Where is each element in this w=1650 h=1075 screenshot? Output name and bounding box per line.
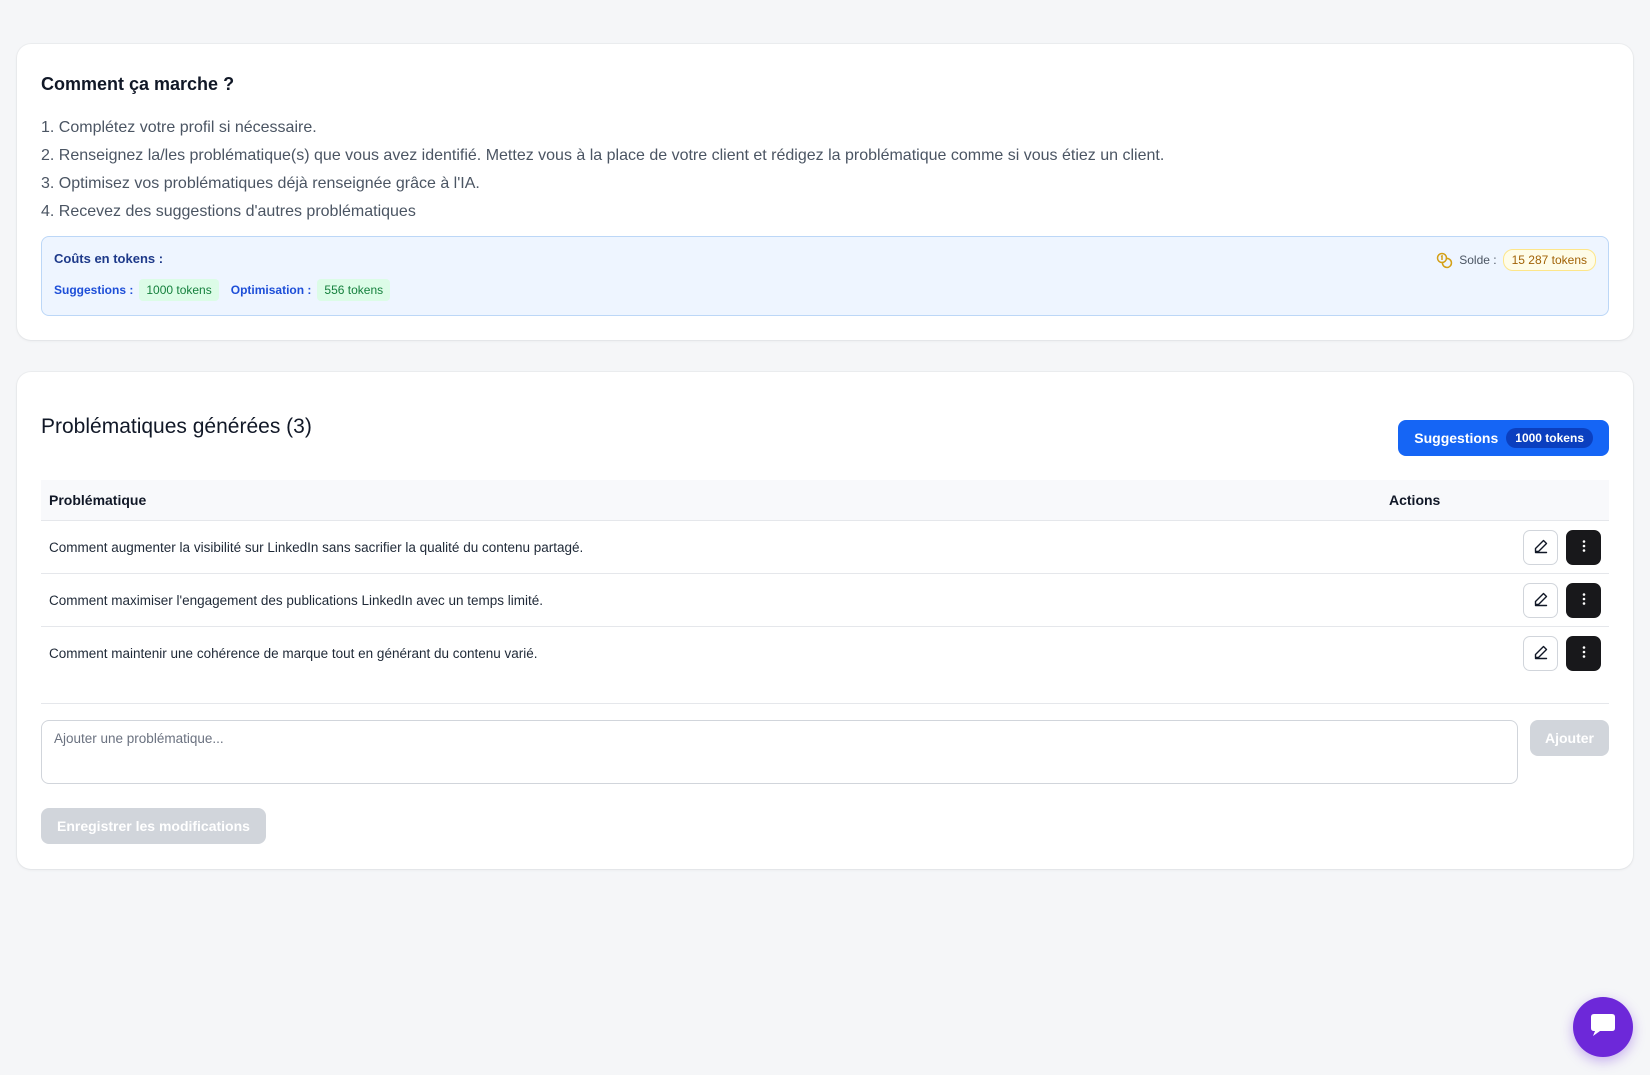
edit-button[interactable] [1523,582,1558,618]
steps-list: 1. Complétez votre profil si nécessaire.… [41,114,1609,226]
problems-table: Problématique Actions Comment augmenter … [41,480,1609,679]
token-costs-title: Coûts en tokens : [54,251,164,266]
problem-text: Comment maximiser l'engagement des publi… [49,592,544,608]
add-button[interactable]: Ajouter [1530,720,1609,756]
more-options-button[interactable] [1566,635,1601,671]
add-problem-input[interactable] [41,720,1518,784]
step-item: 2. Renseignez la/les problématique(s) qu… [41,147,1165,164]
token-costs-box: Coûts en tokens : Suggestions : 1000 tok… [41,236,1609,316]
problems-card: Problématiques générées (3) Suggestions … [17,372,1633,869]
step-item: 4. Recevez des suggestions d'autres prob… [41,203,416,220]
step-item: 3. Optimisez vos problématiques déjà ren… [41,175,480,192]
column-header-actions: Actions [1389,492,1441,508]
optimisation-cost-label: Optimisation : [230,283,312,297]
problem-text: Comment augmenter la visibilité sur Link… [49,539,584,555]
how-it-works-title: Comment ça marche ? [41,74,235,94]
column-header-problem: Problématique [49,492,147,508]
step-item: 1. Complétez votre profil si nécessaire. [41,119,317,136]
suggestions-cost-label: Suggestions : [54,283,134,297]
row-actions [1523,529,1609,565]
row-actions [1523,582,1609,618]
row-actions [1523,635,1609,671]
problems-title: Problématiques générées (3) [41,415,312,438]
how-it-works-card: Comment ça marche ? 1. Complétez votre p… [17,44,1633,340]
vertical-dots-icon [1576,591,1592,610]
table-header: Problématique Actions [41,480,1609,521]
more-options-button[interactable] [1566,529,1601,565]
token-costs-row: Suggestions : 1000 tokens Optimisation :… [54,279,396,301]
save-changes-button[interactable]: Enregistrer les modifications [41,808,266,844]
section-divider [41,703,1609,704]
more-options-button[interactable] [1566,582,1601,618]
table-row: Comment maintenir une cohérence de marqu… [41,627,1609,679]
coins-icon [1435,251,1453,269]
balance-badge: 15 287 tokens [1502,249,1596,271]
table-row: Comment augmenter la visibilité sur Link… [41,521,1609,574]
suggestions-cost-badge: 1000 tokens [139,279,219,301]
vertical-dots-icon [1576,538,1592,557]
edit-button[interactable] [1523,529,1558,565]
pencil-icon [1533,538,1549,557]
token-balance: Solde : 15 287 tokens [1435,249,1596,271]
chat-button[interactable] [1573,997,1633,1057]
suggestions-button[interactable]: Suggestions 1000 tokens [1398,420,1609,456]
problem-text: Comment maintenir une cohérence de marqu… [49,645,538,661]
edit-button[interactable] [1523,635,1558,671]
chat-bubble-icon [1588,1011,1618,1044]
optimisation-cost-badge: 556 tokens [317,279,391,301]
balance-label: Solde : [1459,253,1497,267]
suggestions-cost-pill: 1000 tokens [1506,428,1593,448]
pencil-icon [1533,591,1549,610]
suggestions-button-label: Suggestions [1414,430,1499,446]
vertical-dots-icon [1576,644,1592,663]
pencil-icon [1533,644,1549,663]
table-row: Comment maximiser l'engagement des publi… [41,574,1609,627]
